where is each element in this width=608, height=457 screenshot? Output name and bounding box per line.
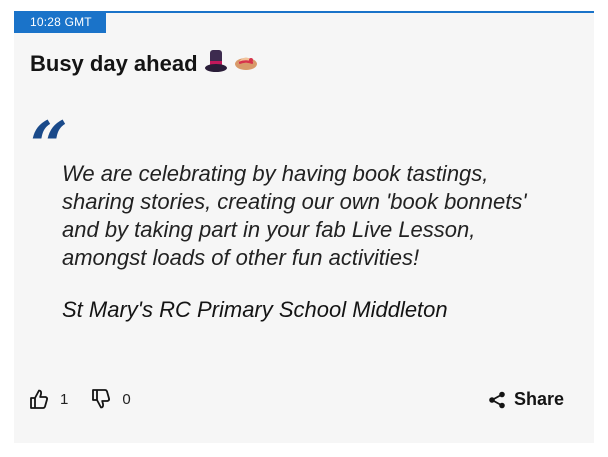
- thumbs-up-icon: [30, 389, 48, 409]
- thumbs-down-icon: [92, 389, 111, 409]
- top-hat-icon: [204, 49, 228, 79]
- like-button[interactable]: 1: [30, 389, 68, 409]
- post-title-text: Busy day ahead: [30, 51, 198, 76]
- quote-source: St Mary's RC Primary School Middleton: [62, 297, 448, 322]
- timestamp-badge: 10:28 GMT: [14, 11, 106, 33]
- share-button[interactable]: Share: [488, 389, 564, 410]
- bonnet-icon: [234, 49, 258, 79]
- post-title: Busy day ahead: [30, 49, 258, 79]
- share-icon: [489, 391, 505, 408]
- dislike-count: 0: [122, 390, 131, 408]
- like-count: 1: [60, 390, 69, 408]
- quote-text: We are celebrating by having book tastin…: [62, 161, 527, 270]
- reaction-bar: 1 0: [30, 389, 155, 409]
- share-label: Share: [513, 389, 564, 409]
- dislike-button[interactable]: 0: [92, 389, 131, 409]
- live-post-card: 10:28 GMT Busy day ahead “ We are celebr…: [14, 11, 594, 443]
